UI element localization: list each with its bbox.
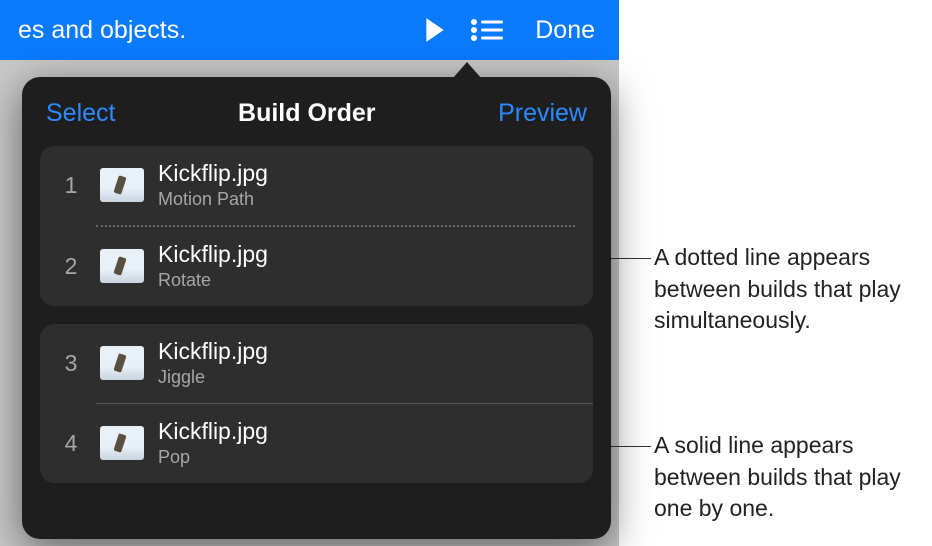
build-row[interactable]: 3 Kickflip.jpg Jiggle <box>40 324 593 403</box>
callout-text: A solid line appears between builds that… <box>654 430 926 525</box>
build-group: 3 Kickflip.jpg Jiggle 4 Kickflip.jpg Pop <box>40 324 593 483</box>
build-group: 1 Kickflip.jpg Motion Path 2 Kickflip.jp… <box>40 146 593 306</box>
toolbar: es and objects. Done <box>0 0 619 60</box>
play-icon[interactable] <box>409 17 461 43</box>
build-row[interactable]: 2 Kickflip.jpg Rotate <box>40 227 593 306</box>
popover-arrow-icon <box>453 62 481 78</box>
preview-button[interactable]: Preview <box>498 99 587 128</box>
build-index: 1 <box>56 172 86 199</box>
build-text: Kickflip.jpg Jiggle <box>158 338 577 389</box>
build-effect: Pop <box>158 446 577 469</box>
build-effect: Motion Path <box>158 188 577 211</box>
build-title: Kickflip.jpg <box>158 338 577 366</box>
done-button[interactable]: Done <box>513 16 601 45</box>
thumbnail-icon <box>100 168 144 202</box>
thumbnail-icon <box>100 249 144 283</box>
thumbnail-icon <box>100 346 144 380</box>
thumbnail-icon <box>100 426 144 460</box>
build-row[interactable]: 1 Kickflip.jpg Motion Path <box>40 146 593 225</box>
popover-header: Select Build Order Preview <box>22 77 611 146</box>
build-index: 4 <box>56 430 86 457</box>
build-title: Kickflip.jpg <box>158 241 577 269</box>
page-title: es and objects. <box>18 16 186 45</box>
build-title: Kickflip.jpg <box>158 418 577 446</box>
build-row[interactable]: 4 Kickflip.jpg Pop <box>40 404 593 483</box>
build-effect: Jiggle <box>158 366 577 389</box>
build-text: Kickflip.jpg Rotate <box>158 241 577 292</box>
callout-text: A dotted line appears between builds tha… <box>654 242 926 337</box>
build-text: Kickflip.jpg Motion Path <box>158 160 577 211</box>
build-index: 2 <box>56 253 86 280</box>
select-button[interactable]: Select <box>46 99 115 128</box>
build-order-icon[interactable] <box>461 18 513 42</box>
build-order-popover: Select Build Order Preview 1 Kickflip.jp… <box>22 77 611 539</box>
build-title: Kickflip.jpg <box>158 160 577 188</box>
popover-title: Build Order <box>238 99 376 128</box>
build-index: 3 <box>56 350 86 377</box>
build-text: Kickflip.jpg Pop <box>158 418 577 469</box>
build-effect: Rotate <box>158 269 577 292</box>
